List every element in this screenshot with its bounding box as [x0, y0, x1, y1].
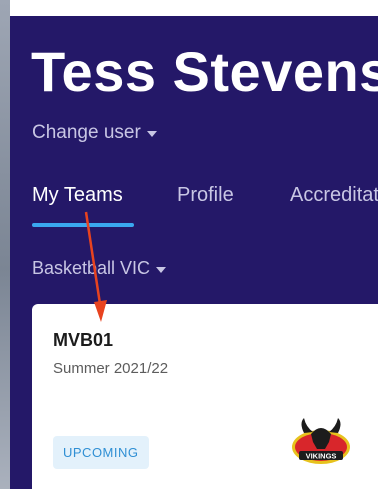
organisation-label: Basketball VIC	[32, 258, 151, 278]
team-card[interactable]: MVB01 Summer 2021/22 UPCOMING VIKINGS	[32, 304, 378, 489]
tab-my-teams[interactable]: My Teams	[32, 184, 123, 207]
background-edge	[0, 0, 10, 489]
change-user-dropdown[interactable]: Change user	[32, 122, 157, 144]
organisation-dropdown[interactable]: Basketball VIC	[32, 258, 167, 279]
team-season: Summer 2021/22	[53, 360, 169, 377]
team-code: MVB01	[53, 330, 114, 350]
vikings-logo: VIKINGS	[292, 418, 350, 464]
profile-header: Tess Stevens Change user My Teams Profil…	[10, 16, 378, 489]
chevron-down-icon	[156, 266, 167, 273]
logo-text: VIKINGS	[306, 452, 337, 461]
user-name: Tess Stevens	[31, 40, 378, 103]
active-tab-indicator	[32, 223, 134, 227]
status-badge: UPCOMING	[53, 436, 149, 469]
chevron-down-icon	[146, 131, 157, 137]
tab-profile[interactable]: Profile	[177, 184, 234, 207]
change-user-label: Change user	[32, 122, 141, 143]
tab-accreditations[interactable]: Accreditations	[290, 184, 378, 207]
